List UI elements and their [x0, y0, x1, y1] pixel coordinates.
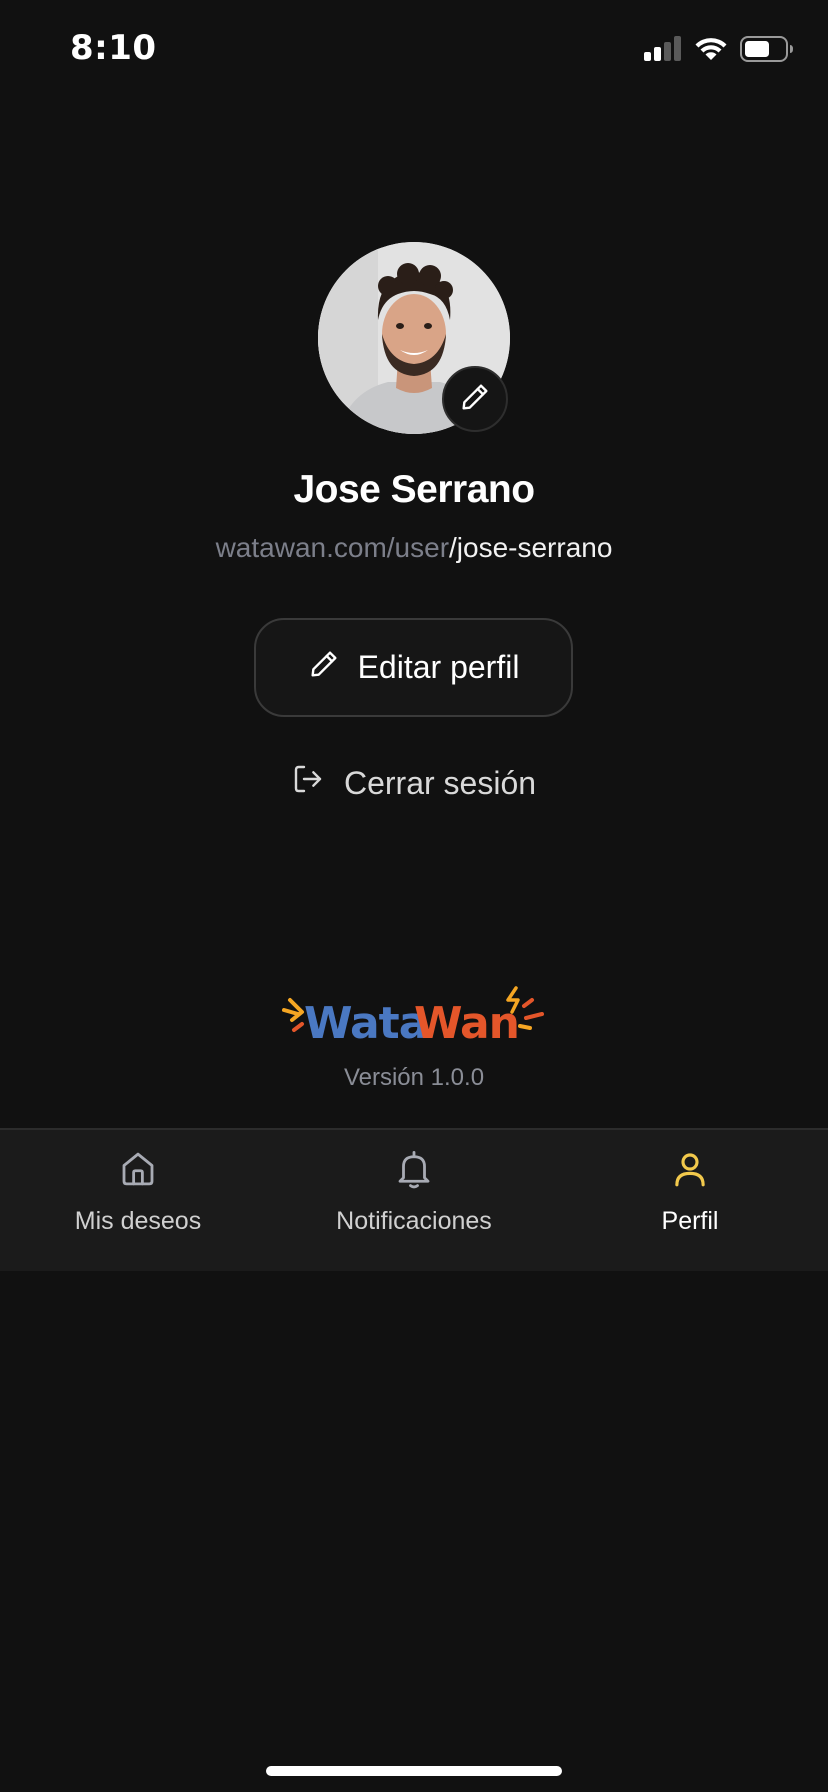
avatar-edit-button[interactable]	[442, 366, 508, 432]
logout-button[interactable]: Cerrar sesión	[0, 758, 828, 808]
home-icon	[117, 1148, 159, 1197]
cellular-signal-icon	[644, 36, 682, 67]
tab-label: Notificaciones	[336, 1207, 492, 1235]
status-time: 8:10	[70, 28, 157, 68]
logout-label: Cerrar sesión	[343, 764, 537, 801]
tab-label: Perfil	[661, 1207, 719, 1235]
logout-icon	[292, 763, 324, 803]
app-version: Versión 1.0.0	[343, 1064, 485, 1091]
tab-bar: Mis deseos Notificaciones Perfil	[0, 1128, 828, 1271]
tab-label: Mis deseos	[74, 1207, 202, 1235]
edit-profile-label: Editar perfil	[357, 649, 520, 685]
pencil-icon	[459, 381, 491, 418]
tab-mis-deseos[interactable]: Mis deseos	[0, 1148, 276, 1236]
avatar-container	[318, 242, 510, 434]
status-icons	[644, 36, 794, 67]
user-icon	[669, 1148, 711, 1197]
tab-perfil[interactable]: Perfil	[552, 1148, 828, 1236]
profile-url-prefix: watawan.com/user	[215, 532, 450, 563]
edit-profile-button[interactable]: Editar perfil	[254, 618, 573, 717]
bell-icon	[393, 1148, 435, 1197]
watawan-logo: Wata Wan	[280, 986, 548, 1049]
svg-text:Wata: Wata	[304, 998, 427, 1046]
profile-url-slug: /jose-serrano	[449, 532, 613, 563]
pencil-icon	[308, 648, 340, 688]
svg-text:Wan: Wan	[414, 998, 519, 1046]
status-bar: 8:10	[0, 0, 828, 100]
tab-notificaciones[interactable]: Notificaciones	[276, 1148, 552, 1236]
wifi-icon	[694, 36, 728, 67]
home-indicator	[266, 1766, 562, 1776]
profile-url[interactable]: watawan.com/user/jose-serrano	[0, 532, 828, 564]
profile-name: Jose Serrano	[293, 468, 535, 511]
battery-icon	[740, 36, 794, 67]
